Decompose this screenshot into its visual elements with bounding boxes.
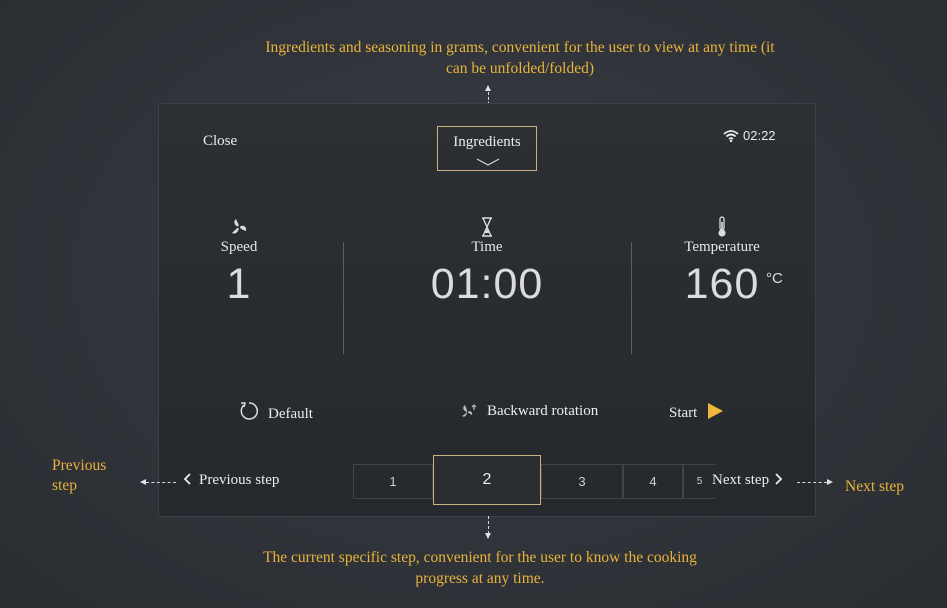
screen: Ingredients and seasoning in grams, conv… [0,0,947,608]
temperature-control[interactable]: Temperature 160 [657,216,787,309]
chevron-down-icon [476,158,500,166]
time-control[interactable]: Time 01:00 [387,216,587,309]
ingredients-annotation-line1: Ingredients and seasoning in grams, conv… [265,39,775,56]
start-button[interactable]: Start [669,401,725,422]
annotation-connector [146,482,176,483]
current-step-annotation-line1: The current specific step, convenient fo… [263,549,697,566]
temperature-label: Temperature [684,239,760,255]
step-item-current[interactable]: 2 [433,455,541,505]
time-value: 01:00 [430,260,544,308]
next-step-annotation: Next step [845,478,904,495]
backward-rotation-button[interactable]: Backward rotation [459,403,598,420]
fan-icon [232,219,247,234]
time-label: Time [471,239,503,255]
annotation-connector [797,482,827,483]
hourglass-icon [482,217,492,237]
ingredients-label: Ingredients [453,134,521,150]
reset-icon [240,402,258,420]
default-button[interactable]: Default [238,400,313,423]
ingredients-annotation-line2: can be unfolded/folded) [445,60,595,77]
ingredients-toggle-button[interactable]: Ingredients [437,126,537,171]
metric-divider [343,242,344,354]
previous-step-button[interactable]: Previous step [183,472,279,489]
annotation-arrow-down-icon [485,533,491,539]
cooking-panel: Close Ingredients 02:22 Speed 1 Time 01:… [158,103,816,517]
speed-label: Speed [220,239,258,255]
reverse-fan-icon [462,404,477,417]
current-step-annotation-line2: progress at any time. [415,570,545,587]
play-icon [708,403,724,419]
chevron-left-icon [183,473,191,485]
clock: 02:22 [743,128,776,143]
annotation-arrow-right-icon [827,479,833,485]
backward-rotation-label: Backward rotation [487,403,599,419]
previous-step-annotation: Previous step [52,456,132,496]
close-button[interactable]: Close [203,133,237,150]
step-item[interactable]: 3 [541,464,623,499]
thermometer-icon [718,216,726,237]
annotation-connector [488,516,489,534]
next-step-label: Next step [712,472,770,488]
step-item[interactable]: 5 [683,464,715,499]
next-step-button[interactable]: Next step [712,472,783,489]
chevron-right-icon [775,473,783,485]
previous-step-annotation-line1: Previous [52,457,107,474]
speed-control[interactable]: Speed 1 [199,216,279,309]
previous-step-label: Previous step [199,472,280,488]
status-bar: 02:22 [723,128,776,143]
step-item[interactable]: 4 [623,464,683,499]
wifi-icon [723,130,739,143]
default-label: Default [268,406,313,422]
ingredients-annotation: Ingredients and seasoning in grams, conv… [180,37,860,79]
temperature-unit: °C [766,270,783,287]
annotation-arrow-up-icon [485,85,491,91]
speed-value: 1 [226,260,252,308]
current-step-annotation: The current specific step, convenient fo… [160,547,800,589]
previous-step-annotation-line2: step [52,477,77,494]
step-item[interactable]: 1 [353,464,433,499]
metric-divider [631,242,632,354]
start-label: Start [669,405,698,421]
